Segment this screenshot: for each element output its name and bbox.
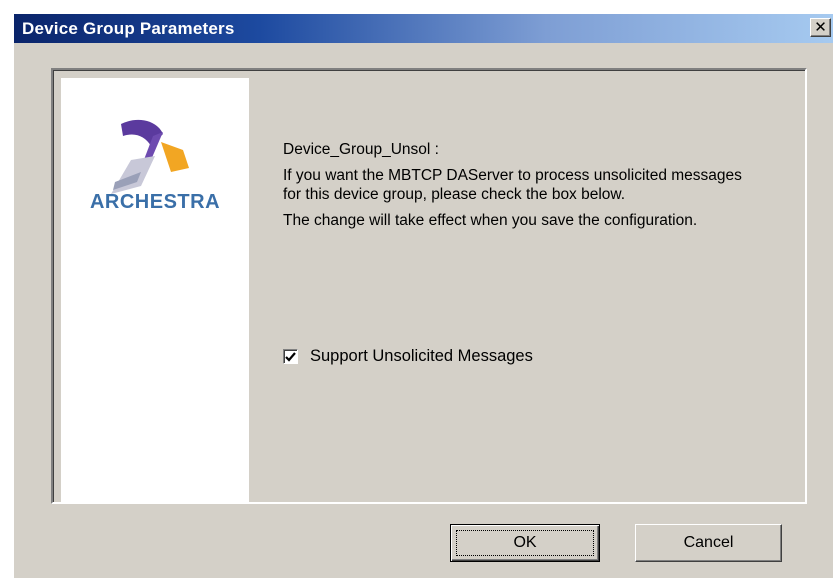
ok-button[interactable]: OK	[450, 524, 600, 562]
content-panel: ARCHESTRA Device_Group_Unsol : If you wa…	[51, 68, 807, 504]
unsolicited-messages-checkbox[interactable]	[283, 349, 298, 364]
description-block: Device_Group_Unsol : If you want the MBT…	[283, 140, 753, 230]
logo-strip: ARCHESTRA	[61, 78, 249, 504]
close-icon: ✕	[814, 18, 827, 36]
archestra-logo-icon	[111, 119, 189, 194]
checkbox-label[interactable]: Support Unsolicited Messages	[310, 347, 533, 366]
title-bar[interactable]: Device Group Parameters ✕	[14, 14, 833, 43]
window-title: Device Group Parameters	[22, 18, 235, 38]
description-paragraph-2: The change will take effect when you sav…	[283, 212, 698, 229]
checkmark-icon	[285, 351, 296, 362]
device-group-parameters-dialog: Device Group Parameters ✕ ARCHESTRA Devi…	[12, 12, 833, 578]
unsolicited-messages-option[interactable]: Support Unsolicited Messages	[283, 347, 533, 366]
description-paragraph-1: If you want the MBTCP DAServer to proces…	[283, 167, 742, 203]
cancel-button[interactable]: Cancel	[635, 524, 782, 562]
logo-text: ARCHESTRA	[89, 191, 221, 213]
focus-rectangle	[456, 530, 594, 556]
close-button[interactable]: ✕	[810, 18, 831, 37]
cancel-button-label: Cancel	[683, 534, 734, 551]
device-group-heading: Device_Group_Unsol :	[283, 141, 439, 158]
